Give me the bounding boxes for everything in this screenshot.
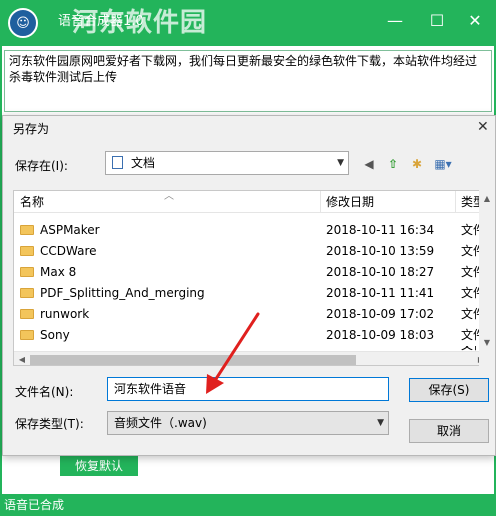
- maximize-button[interactable]: ☐: [426, 10, 448, 32]
- column-divider[interactable]: [455, 191, 456, 213]
- folder-icon: [20, 288, 34, 298]
- file-date-cell: 2018-10-09 17:02: [326, 307, 435, 321]
- save-in-combobox[interactable]: 文档 ▼: [105, 151, 349, 175]
- vertical-scrollbar[interactable]: ▲ ▼: [479, 190, 495, 366]
- filetype-label: 保存类型(T):: [15, 417, 84, 431]
- folder-icon: [20, 267, 34, 277]
- scroll-left-icon[interactable]: ◀: [14, 355, 30, 364]
- file-name-cell: ASPMaker: [20, 223, 100, 238]
- file-date-cell: 2018-10-09 18:03: [326, 328, 435, 342]
- scroll-down-icon[interactable]: ▼: [479, 338, 495, 347]
- column-header-date[interactable]: 修改日期: [326, 195, 374, 209]
- file-date-cell: 2018-10-11 16:34: [326, 223, 435, 237]
- file-date-cell: 2018-10-10 18:27: [326, 265, 435, 279]
- file-list-header: ︿ 名称 修改日期 类型: [14, 191, 487, 213]
- file-name-cell: Sony: [20, 328, 70, 343]
- file-name-cell: PDF_Splitting_And_merging: [20, 286, 205, 301]
- save-in-label: 保存在(I):: [15, 159, 68, 173]
- watermark-text: 河东软件园: [72, 8, 208, 38]
- new-folder-icon[interactable]: ✱: [407, 155, 427, 173]
- status-bar: 语音已合成: [0, 494, 496, 516]
- file-list[interactable]: ︿ 名称 修改日期 类型 ASPMaker 2018-10-11 16:34 文…: [13, 190, 488, 366]
- chevron-down-icon: ▼: [377, 418, 384, 428]
- folder-icon: [20, 225, 34, 235]
- filetype-value: 音频文件（.wav): [114, 416, 207, 430]
- horizontal-scroll-thumb[interactable]: [30, 355, 356, 365]
- app-titlebar: ☺ 语音合成器1.0 河东软件园 — ☐ ✕: [0, 0, 496, 46]
- file-date-cell: 2018-10-10 13:59: [326, 244, 435, 258]
- save-button[interactable]: 保存(S): [409, 378, 489, 402]
- chevron-down-icon: ▼: [337, 158, 344, 168]
- app-logo-icon: ☺: [8, 8, 38, 38]
- save-as-dialog: 另存为 ✕ 保存在(I): 文档 ▼ ◀ ⇧ ✱ ▦▾ ︿ 名称 修改日期 类型…: [2, 115, 496, 456]
- folder-icon: [20, 330, 34, 340]
- file-row[interactable]: Max 8 2018-10-10 18:27 文件: [14, 262, 487, 283]
- column-divider[interactable]: [320, 191, 321, 213]
- dialog-close-icon[interactable]: ✕: [477, 118, 491, 136]
- filename-label: 文件名(N):: [15, 385, 74, 399]
- notice-textarea[interactable]: 河东软件园原网吧爱好者下载网，我们每日更新最安全的绿色软件下载，本站软件均经过杀…: [4, 50, 492, 112]
- file-row[interactable]: Sony 2018-10-09 18:03 文件: [14, 325, 487, 346]
- sort-ascending-icon: ︿: [164, 191, 174, 202]
- file-date-cell: 2018-10-11 11:41: [326, 286, 435, 300]
- back-icon[interactable]: ◀: [359, 155, 379, 173]
- file-row[interactable]: PDF_Splitting_And_merging 2018-10-11 11:…: [14, 283, 487, 304]
- save-in-value: 文档: [131, 156, 156, 170]
- file-row[interactable]: ASPMaker 2018-10-11 16:34 文件: [14, 220, 487, 241]
- dialog-title: 另存为: [13, 122, 50, 136]
- documents-icon: [112, 156, 123, 169]
- close-button[interactable]: ✕: [464, 10, 486, 32]
- file-row[interactable]: runwork 2018-10-09 17:02 文件: [14, 304, 487, 325]
- filename-input[interactable]: 河东软件语音: [107, 377, 389, 401]
- scroll-up-icon[interactable]: ▲: [479, 194, 495, 203]
- file-name-cell: Max 8: [20, 265, 76, 280]
- folder-icon: [20, 309, 34, 319]
- folder-icon: [20, 246, 34, 256]
- file-name-cell: CCDWare: [20, 244, 97, 259]
- minimize-button[interactable]: —: [384, 10, 406, 32]
- file-name-cell: runwork: [20, 307, 89, 322]
- view-menu-icon[interactable]: ▦▾: [429, 155, 457, 173]
- horizontal-scrollbar[interactable]: ◀ ▶: [14, 351, 487, 365]
- file-row[interactable]: CCDWare 2018-10-10 13:59 文件: [14, 241, 487, 262]
- column-header-name[interactable]: 名称: [20, 195, 44, 209]
- restore-defaults-button[interactable]: 恢复默认: [60, 456, 138, 476]
- up-folder-icon[interactable]: ⇧: [383, 155, 403, 173]
- filetype-combobox[interactable]: 音频文件（.wav) ▼: [107, 411, 389, 435]
- cancel-button[interactable]: 取消: [409, 419, 489, 443]
